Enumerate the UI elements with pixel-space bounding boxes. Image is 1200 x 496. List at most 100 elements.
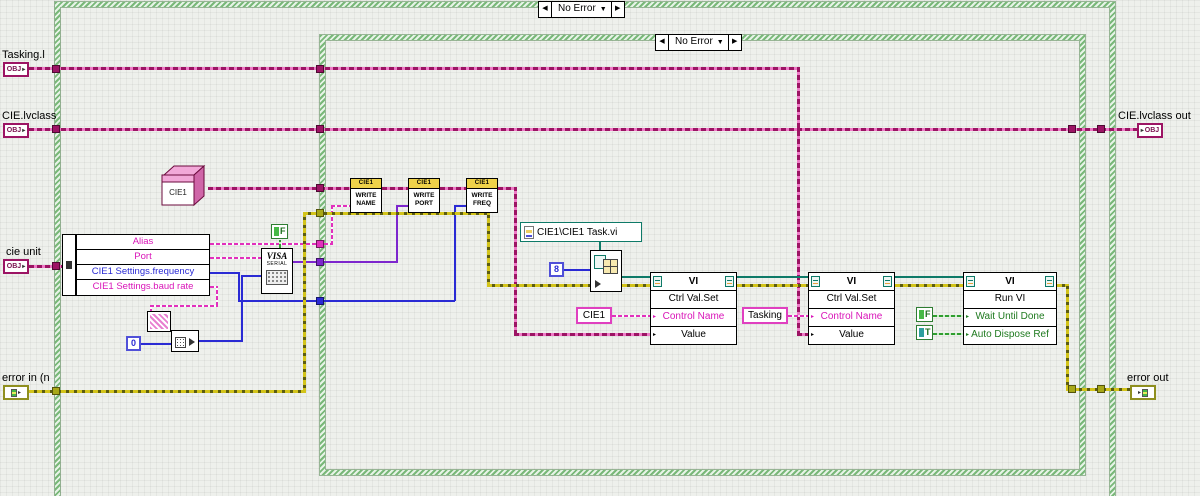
wire-port-string[interactable] [210,257,261,259]
invoke-node-ctrl-val-set-1[interactable]: VI Ctrl Val.Set ▸ Control Name ▸ Value [650,272,737,345]
invoke-param-wait-until-done[interactable]: ▸ Wait Until Done [964,309,1056,327]
tunnel[interactable] [1097,125,1105,133]
unbundle-field-baud-rate[interactable]: CIE1 Settings.baud rate [77,280,209,295]
string-function-icon[interactable] [147,311,171,332]
wire-control-name-1[interactable] [612,315,650,317]
invoke-param-control-name[interactable]: ▸ Control Name [651,309,736,327]
wire-error[interactable] [487,284,590,287]
terminal-cie-in[interactable]: OBJ ▸ [3,123,29,138]
wire-cie1-object[interactable] [498,187,514,190]
unbundle-field-port[interactable]: Port [77,250,209,265]
terminal-error-in[interactable]: ▸ [3,385,29,400]
wire-cie1-object[interactable] [382,187,408,190]
wire-alias-string[interactable] [210,243,332,245]
wire-baud-numeric[interactable] [241,275,261,277]
tunnel[interactable] [316,65,324,73]
unbundle-input-connector[interactable] [62,234,76,296]
boolean-constant-flow-control[interactable]: F [271,224,288,239]
wire-wait-until-done[interactable] [933,315,963,317]
case-dropdown-icon[interactable]: ▼ [600,2,611,17]
case-prev-icon[interactable]: ◀ [539,2,552,17]
subvi-write-port[interactable]: CIE1 WRITE PORT [408,178,440,213]
numeric-constant-options[interactable]: 8 [549,262,564,277]
string-constant-tasking[interactable]: Tasking [742,307,788,324]
unbundle-by-name-node[interactable]: Alias Port CIE1 Settings.frequency CIE1 … [76,234,210,296]
wire-cie1-object[interactable] [440,187,466,190]
wire-baud-numeric[interactable] [241,276,243,342]
wire-frequency[interactable] [454,206,456,301]
cie1-class-cube-constant[interactable]: CIE1 [158,163,208,209]
boolean-constant-wait[interactable]: F [916,307,933,322]
tunnel[interactable] [52,65,60,73]
open-vi-reference-node[interactable] [590,250,622,292]
visa-configure-serial-node[interactable]: VISA SERIAL [261,248,293,294]
wire-baud-string[interactable] [150,305,218,307]
invoke-param-control-name[interactable]: ▸ Control Name [809,309,894,327]
tunnel[interactable] [316,209,324,217]
invoke-param-value[interactable]: ▸ Value [809,327,894,344]
terminal-cie-unit[interactable]: OBJ ▸ [3,259,29,274]
wire-frequency[interactable] [210,272,240,274]
wire-error[interactable] [1066,284,1069,390]
terminal-error-out[interactable]: ▸ [1130,385,1156,400]
wire-baud-string[interactable] [216,286,218,306]
terminal-tasking-in[interactable]: OBJ ▸ [3,62,29,77]
wire-error[interactable] [737,284,808,287]
wire-vi-path[interactable] [599,242,601,250]
wire-cie-class[interactable] [29,128,1137,131]
wire-error[interactable] [487,213,490,287]
wire-visa-resource[interactable] [396,205,408,207]
invoke-node-ctrl-val-set-2[interactable]: VI Ctrl Val.Set ▸ Control Name ▸ Value [808,272,895,345]
wire-baud-numeric[interactable] [199,340,242,342]
wire-alias-string[interactable] [331,205,350,207]
case-dropdown-icon[interactable]: ▼ [717,35,728,50]
wire-error[interactable] [29,390,303,393]
invoke-method[interactable]: Ctrl Val.Set [651,291,736,309]
numeric-constant-zero[interactable]: 0 [126,336,141,351]
tunnel[interactable] [1097,385,1105,393]
invoke-method[interactable]: Run VI [964,291,1056,309]
wire-auto-dispose[interactable] [933,333,963,335]
invoke-method[interactable]: Ctrl Val.Set [809,291,894,309]
wire-frequency[interactable] [238,272,240,301]
tunnel[interactable] [1068,385,1076,393]
subvi-write-freq[interactable]: CIE1 WRITE FREQ [466,178,498,213]
wire-cie1-object[interactable] [514,333,650,336]
case-next-icon[interactable]: ▶ [727,35,741,50]
wire-control-name-2[interactable] [788,315,808,317]
wire-tasking-class[interactable] [797,67,800,336]
tunnel[interactable] [316,184,324,192]
invoke-param-auto-dispose[interactable]: ▸ Auto Dispose Ref [964,327,1056,344]
case-next-icon[interactable]: ▶ [610,2,624,17]
wire-error[interactable] [622,284,650,287]
wire-frequency[interactable] [238,300,455,302]
wire-vi-refnum[interactable] [622,276,650,278]
inner-case-selector[interactable]: ◀ No Error ▼ ▶ [655,34,742,51]
wire-error[interactable] [303,213,306,393]
tunnel[interactable] [52,387,60,395]
unbundle-field-frequency[interactable]: CIE1 Settings.frequency [77,265,209,280]
wire-vi-refnum[interactable] [895,276,963,278]
outer-case-selector[interactable]: ◀ No Error ▼ ▶ [538,1,625,18]
wire-tasking-class[interactable] [29,67,797,70]
scan-from-string-node[interactable] [171,330,199,352]
terminal-cie-out[interactable]: ▸ OBJ [1137,123,1163,138]
tunnel[interactable] [316,258,324,266]
tunnel[interactable] [316,240,324,248]
wire-scan-offset[interactable] [141,343,171,345]
case-prev-icon[interactable]: ◀ [656,35,669,50]
string-constant-cie1[interactable]: CIE1 [576,307,612,324]
subvi-write-name[interactable]: CIE1 WRITE NAME [350,178,382,213]
wire-vi-refnum[interactable] [737,276,808,278]
invoke-param-value[interactable]: ▸ Value [651,327,736,344]
tunnel[interactable] [52,262,60,270]
vi-path-constant[interactable]: CIE1\CIE1 Task.vi [520,222,642,242]
wire-flow-control[interactable] [279,240,281,248]
boolean-constant-dispose[interactable]: T [916,325,933,340]
wire-cie1-object[interactable] [514,187,517,335]
invoke-node-run-vi[interactable]: VI Run VI ▸ Wait Until Done ▸ Auto Dispo… [963,272,1057,345]
tunnel[interactable] [316,125,324,133]
tunnel[interactable] [52,125,60,133]
inner-case-structure[interactable] [320,35,1085,475]
unbundle-field-alias[interactable]: Alias [77,235,209,250]
